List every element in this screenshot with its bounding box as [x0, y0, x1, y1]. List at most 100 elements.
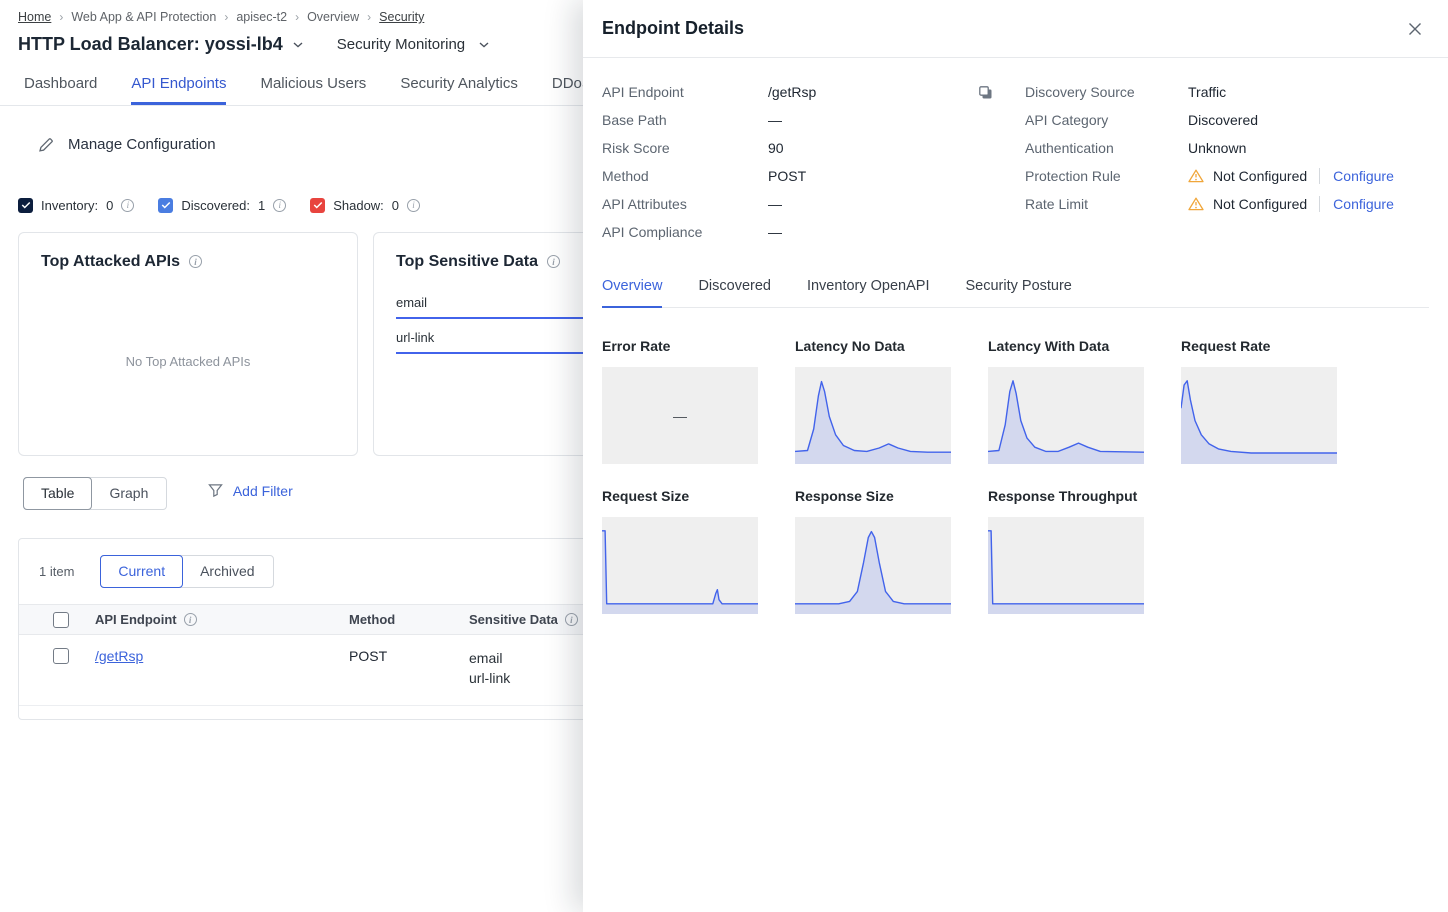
sparkline-chart: — — [602, 367, 758, 464]
detail-row: API Category Discovered — [1025, 106, 1430, 134]
endpoint-details-panel: Endpoint Details API Endpoint /getRsp Ba… — [583, 0, 1448, 912]
counter-inventory: Inventory: 0 — [18, 198, 134, 213]
manage-configuration-button[interactable]: Manage Configuration — [38, 136, 216, 153]
breadcrumb-item: Web App & API Protection — [71, 10, 216, 24]
current-button[interactable]: Current — [100, 555, 183, 588]
table-view-button[interactable]: Table — [23, 477, 92, 510]
panel-details: API Endpoint /getRsp Base Path — Risk Sc… — [583, 58, 1448, 246]
security-monitoring-label: Security Monitoring — [337, 36, 465, 53]
warning-icon — [1188, 169, 1204, 183]
breadcrumb-home[interactable]: Home — [18, 10, 51, 24]
row-checkbox[interactable] — [53, 648, 69, 664]
sparkline-chart — [795, 367, 951, 464]
sparkline-chart — [988, 367, 1144, 464]
panel-tab-discovered[interactable]: Discovered — [698, 278, 771, 308]
counter-label: Discovered: — [181, 198, 250, 213]
item-count: 1 item — [39, 564, 74, 579]
chart-error-rate: Error Rate — — [602, 338, 758, 464]
endpoint-link[interactable]: /getRsp — [95, 648, 143, 664]
chevron-right-icon: › — [295, 10, 299, 24]
info-icon[interactable] — [565, 613, 578, 626]
counter-count: 0 — [106, 198, 113, 213]
counter-shadow: Shadow: 0 — [310, 198, 420, 213]
shadow-checkbox[interactable] — [310, 198, 325, 213]
configure-protection-rule-link[interactable]: Configure — [1319, 168, 1394, 184]
info-icon[interactable] — [189, 255, 202, 268]
security-monitoring-dropdown[interactable]: Security Monitoring — [337, 36, 489, 53]
inventory-checkbox[interactable] — [18, 198, 33, 213]
detail-row: Method POST — [602, 162, 1005, 190]
panel-tab-overview[interactable]: Overview — [602, 278, 662, 308]
empty-state-text: No Top Attacked APIs — [41, 271, 335, 435]
chart-latency-no-data: Latency No Data — [795, 338, 951, 464]
panel-title: Endpoint Details — [602, 18, 744, 39]
add-filter-label: Add Filter — [233, 483, 293, 499]
tab-api-endpoints[interactable]: API Endpoints — [131, 75, 226, 105]
info-icon[interactable] — [273, 199, 286, 212]
details-left-column: API Endpoint /getRsp Base Path — Risk Sc… — [602, 78, 1005, 246]
panel-tab-security-posture[interactable]: Security Posture — [965, 278, 1071, 308]
chevron-right-icon: › — [224, 10, 228, 24]
breadcrumb-item: apisec-t2 — [236, 10, 287, 24]
info-icon[interactable] — [184, 613, 197, 626]
breadcrumb-security[interactable]: Security — [379, 10, 424, 24]
archived-button[interactable]: Archived — [182, 556, 272, 587]
detail-row: API Compliance — — [602, 218, 1005, 246]
detail-row-rate-limit: Rate Limit Not Configured Configure — [1025, 190, 1430, 218]
risk-score-value: 90 — [768, 134, 1005, 162]
tab-security-analytics[interactable]: Security Analytics — [400, 75, 518, 105]
filter-icon — [208, 483, 223, 498]
chart-request-size: Request Size — [602, 488, 758, 614]
configure-rate-limit-link[interactable]: Configure — [1319, 196, 1394, 212]
detail-row: API Endpoint /getRsp — [602, 78, 1005, 106]
metrics-charts: Error Rate — Latency No Data Latency Wit… — [583, 308, 1448, 614]
state-toggle: Current Archived — [100, 555, 273, 588]
detail-row-protection-rule: Protection Rule Not Configured Configure — [1025, 162, 1430, 190]
chevron-right-icon: › — [367, 10, 371, 24]
sparkline-chart — [795, 517, 951, 614]
info-icon[interactable] — [547, 255, 560, 268]
detail-row: Risk Score 90 — [602, 134, 1005, 162]
page-title: HTTP Load Balancer: yossi-lb4 — [18, 34, 283, 55]
panel-header: Endpoint Details — [583, 0, 1448, 58]
column-api-endpoint: API Endpoint — [95, 612, 349, 627]
info-icon[interactable] — [121, 199, 134, 212]
tab-malicious-users[interactable]: Malicious Users — [260, 75, 366, 105]
counter-label: Inventory: — [41, 198, 98, 213]
counter-label: Shadow: — [333, 198, 384, 213]
chevron-right-icon: › — [59, 10, 63, 24]
discovered-checkbox[interactable] — [158, 198, 173, 213]
chevron-down-icon — [479, 42, 489, 48]
view-toggle: Table Graph — [23, 477, 167, 510]
chevron-down-icon[interactable] — [293, 42, 303, 48]
detail-row: Authentication Unknown — [1025, 134, 1430, 162]
counter-discovered: Discovered: 1 — [158, 198, 286, 213]
detail-row: API Attributes — — [602, 190, 1005, 218]
pencil-icon — [38, 137, 54, 153]
column-method: Method — [349, 612, 469, 627]
api-endpoint-value: /getRsp — [768, 78, 816, 106]
breadcrumb-item: Overview — [307, 10, 359, 24]
chart-response-size: Response Size — [795, 488, 951, 614]
chart-request-rate: Request Rate — [1181, 338, 1337, 464]
warning-icon — [1188, 197, 1204, 211]
sparkline-chart — [602, 517, 758, 614]
panel-tab-inventory-openapi[interactable]: Inventory OpenAPI — [807, 278, 930, 308]
tab-dashboard[interactable]: Dashboard — [24, 75, 97, 105]
chart-latency-with-data: Latency With Data — [988, 338, 1144, 464]
graph-view-button[interactable]: Graph — [91, 478, 166, 509]
details-right-column: Discovery Source Traffic API Category Di… — [1025, 78, 1430, 246]
card-title: Top Attacked APIs — [41, 253, 335, 271]
chart-response-throughput: Response Throughput — [988, 488, 1144, 614]
copy-icon[interactable] — [978, 85, 993, 100]
panel-tabbar: Overview Discovered Inventory OpenAPI Se… — [602, 278, 1429, 308]
add-filter-button[interactable]: Add Filter — [208, 483, 293, 499]
counter-count: 1 — [258, 198, 265, 213]
select-all-checkbox[interactable] — [53, 612, 69, 628]
sparkline-chart — [988, 517, 1144, 614]
top-attacked-apis-card: Top Attacked APIs No Top Attacked APIs — [18, 232, 358, 456]
info-icon[interactable] — [407, 199, 420, 212]
manage-configuration-label: Manage Configuration — [68, 136, 216, 153]
detail-row: Discovery Source Traffic — [1025, 78, 1430, 106]
close-icon[interactable] — [1408, 22, 1422, 36]
